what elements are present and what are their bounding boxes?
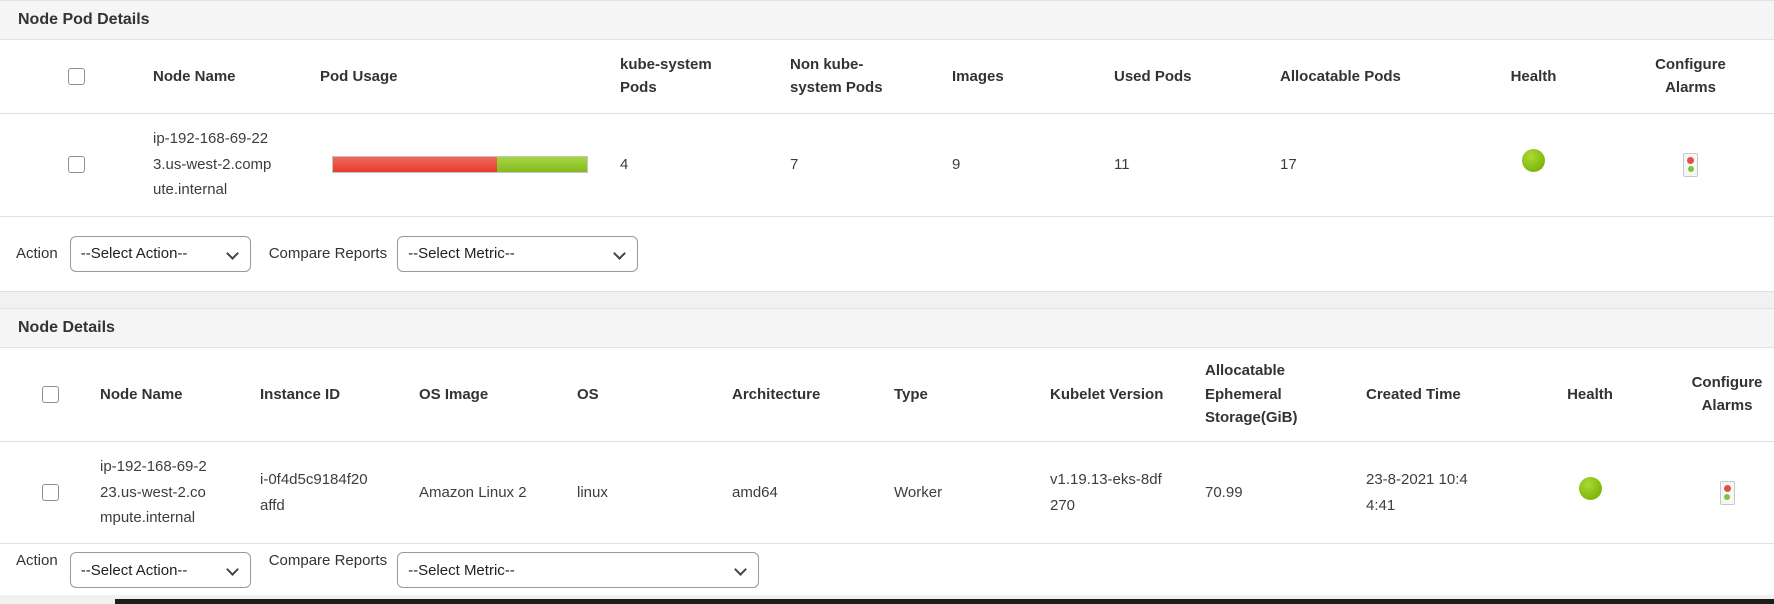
os-cell: linux	[577, 442, 732, 544]
alarm-green-dot	[1724, 494, 1730, 500]
health-cell	[1500, 442, 1680, 544]
used-pods-cell: 11	[1114, 113, 1280, 216]
node-pod-details-action-bar: Action --Select Action-- Compare Reports…	[0, 217, 1774, 292]
section-divider	[0, 292, 1774, 308]
col-header-type: Type	[894, 348, 1050, 442]
pod-usage-used-segment	[333, 157, 497, 172]
node-name-cell: ip-192-168-69-223.us-west-2.compute.inte…	[153, 113, 320, 216]
metric-select-wrap: --Select Metric--	[397, 236, 638, 272]
table-row: ip-192-168-69-223.us-west-2.compute.inte…	[0, 113, 1774, 216]
metric-select-wrap: --Select Metric--	[397, 552, 759, 588]
configure-alarms-icon[interactable]	[1683, 153, 1698, 177]
configure-alarms-icon[interactable]	[1720, 481, 1735, 505]
kubelet-version-cell: v1.19.13-eks-8df270	[1050, 442, 1205, 544]
bottom-dark-strip	[115, 599, 1774, 604]
col-header-instance-id: Instance ID	[260, 348, 419, 442]
node-pod-details-title: Node Pod Details	[0, 0, 1774, 40]
select-all-checkbox[interactable]	[42, 386, 59, 403]
col-header-pod-usage: Pod Usage	[320, 40, 620, 113]
configure-alarms-cell	[1607, 113, 1774, 216]
col-header-health: Health	[1460, 40, 1607, 113]
col-header-node-name: Node Name	[100, 348, 260, 442]
action-select[interactable]: --Select Action--	[71, 553, 250, 587]
action-label: Action	[16, 245, 58, 262]
configure-alarms-cell	[1680, 442, 1774, 544]
alarm-green-dot	[1688, 166, 1694, 172]
node-name-cell: ip-192-168-69-223.us-west-2.compute.inte…	[100, 442, 260, 544]
node-details-section: Node Details Node Name Instance ID OS Im…	[0, 308, 1774, 596]
col-header-architecture: Architecture	[732, 348, 894, 442]
architecture-cell: amd64	[732, 442, 894, 544]
action-select[interactable]: --Select Action--	[71, 237, 250, 271]
type-cell: Worker	[894, 442, 1050, 544]
col-header-os: OS	[577, 348, 732, 442]
node-pod-details-table: Node Name Pod Usage kube-system Pods Non…	[0, 40, 1774, 217]
action-label: Action	[16, 552, 58, 569]
health-cell	[1460, 113, 1607, 216]
col-header-kubelet-version: Kubelet Version	[1050, 348, 1205, 442]
col-header-used-pods: Used Pods	[1114, 40, 1280, 113]
col-header-images: Images	[952, 40, 1114, 113]
node-pod-details-section: Node Pod Details Node Name Pod Usage kub…	[0, 0, 1774, 292]
row-checkbox[interactable]	[42, 484, 59, 501]
row-checkbox[interactable]	[68, 156, 85, 173]
table-row: ip-192-168-69-223.us-west-2.compute.inte…	[0, 442, 1774, 544]
health-green-icon	[1522, 149, 1545, 172]
pod-usage-free-segment	[497, 157, 587, 172]
col-header-os-image: OS Image	[419, 348, 577, 442]
images-cell: 9	[952, 113, 1114, 216]
action-select-wrap: --Select Action--	[70, 552, 251, 588]
non-kube-system-pods-cell: 7	[790, 113, 952, 216]
action-select-wrap: --Select Action--	[70, 236, 251, 272]
created-time-cell: 23-8-2021 10:44:41	[1366, 442, 1500, 544]
os-image-cell: Amazon Linux 2	[419, 442, 577, 544]
allocatable-pods-cell: 17	[1280, 113, 1460, 216]
col-header-health: Health	[1500, 348, 1680, 442]
col-header-node-name: Node Name	[153, 40, 320, 113]
pod-usage-bar	[332, 156, 588, 173]
metric-select[interactable]: --Select Metric--	[398, 553, 758, 587]
header-row: Node Name Instance ID OS Image OS Archit…	[0, 348, 1774, 442]
metric-select[interactable]: --Select Metric--	[398, 237, 637, 271]
col-header-configure-alarms: Configure Alarms	[1680, 348, 1774, 442]
col-header-allocatable-pods: Allocatable Pods	[1280, 40, 1460, 113]
alarm-red-dot	[1687, 157, 1694, 164]
row-select-cell	[0, 113, 153, 216]
row-select-cell	[0, 442, 100, 544]
instance-id-cell: i-0f4d5c9184f20affd	[260, 442, 419, 544]
col-header-created-time: Created Time	[1366, 348, 1500, 442]
select-all-checkbox[interactable]	[68, 68, 85, 85]
health-green-icon	[1579, 477, 1602, 500]
col-header-non-kube-system-pods: Non kube-system Pods	[790, 40, 952, 113]
compare-reports-label: Compare Reports	[269, 245, 387, 262]
select-all-header-cell	[0, 40, 153, 113]
header-row: Node Name Pod Usage kube-system Pods Non…	[0, 40, 1774, 113]
col-header-kube-system-pods: kube-system Pods	[620, 40, 790, 113]
node-details-title: Node Details	[0, 308, 1774, 348]
alarm-red-dot	[1724, 485, 1731, 492]
node-details-table: Node Name Instance ID OS Image OS Archit…	[0, 348, 1774, 545]
node-details-action-bar: Action --Select Action-- Compare Reports…	[0, 544, 1774, 595]
col-header-configure-alarms: Configure Alarms	[1607, 40, 1774, 113]
compare-reports-label: Compare Reports	[269, 552, 387, 569]
select-all-header-cell	[0, 348, 100, 442]
kube-system-pods-cell: 4	[620, 113, 790, 216]
col-header-allocatable-ephemeral-storage: Allocatable Ephemeral Storage(GiB)	[1205, 348, 1366, 442]
pod-usage-cell	[320, 113, 620, 216]
allocatable-ephemeral-storage-cell: 70.99	[1205, 442, 1366, 544]
